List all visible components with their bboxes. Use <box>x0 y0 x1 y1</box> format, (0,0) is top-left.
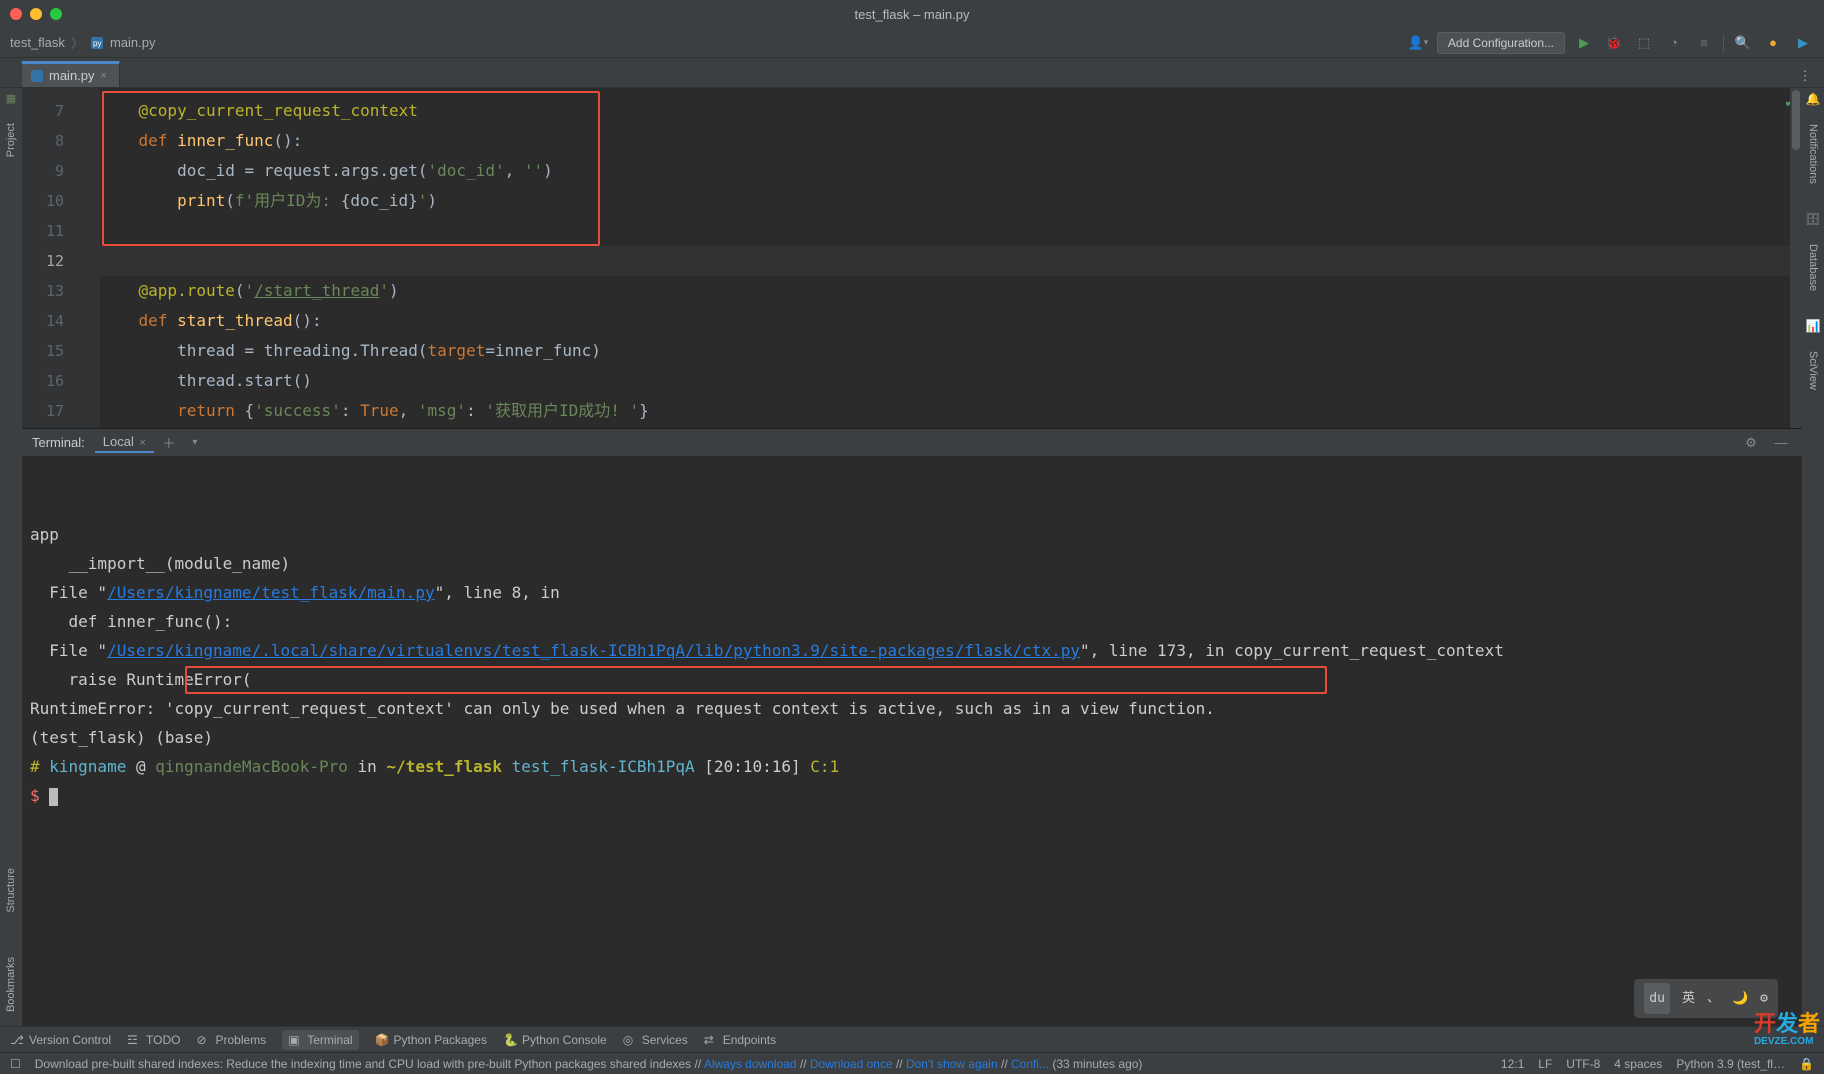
editor-panel: 7891011121314151617 @copy_current_reques… <box>22 88 1802 1026</box>
breadcrumb-file[interactable]: main.py <box>110 35 156 50</box>
breadcrumb-project[interactable]: test_flask <box>10 35 65 50</box>
left-tool-rail: ▦ Project Structure Bookmarks <box>0 88 22 1026</box>
run-icon[interactable]: ▶ <box>1573 32 1595 54</box>
watermark: 开发者 DEVZE.COM <box>1754 1006 1820 1046</box>
more-icon[interactable]: ⋮ <box>1794 65 1816 87</box>
problems-button[interactable]: ⊘Problems <box>197 1033 267 1047</box>
status-link[interactable]: Always download <box>704 1057 797 1071</box>
python-file-icon <box>30 69 44 83</box>
status-link[interactable]: Confi... <box>1011 1057 1049 1071</box>
terminal-header: Terminal: Local × ＋ ▾ ⚙ — <box>22 428 1802 456</box>
ime-item[interactable]: 、 <box>1707 984 1720 1013</box>
toolbar-right: 👤▾ Add Configuration... ▶ 🐞 ⬚ ◔ ■ 🔍 ● ▶ <box>1407 32 1814 54</box>
window-titlebar: test_flask – main.py <box>0 0 1824 28</box>
terminal-dropdown-icon[interactable]: ▾ <box>184 432 206 454</box>
structure-tool-button[interactable]: Structure <box>5 862 17 919</box>
services-button[interactable]: ◎Services <box>623 1033 688 1047</box>
terminal-tabs: Local × ＋ ▾ <box>95 432 206 454</box>
coverage-icon[interactable]: ⬚ <box>1633 32 1655 54</box>
maximize-window-icon[interactable] <box>50 8 62 20</box>
sync-icon[interactable]: ● <box>1762 32 1784 54</box>
project-tool-button[interactable]: Project <box>5 117 17 163</box>
breadcrumb-separator: 〉 <box>71 33 84 52</box>
database-tool-button[interactable]: Database <box>1807 238 1819 297</box>
ime-moon-icon[interactable]: 🌙 <box>1732 984 1748 1013</box>
terminal-label: Terminal: <box>32 435 85 450</box>
endpoints-button[interactable]: ⇄Endpoints <box>704 1033 776 1047</box>
breadcrumb: test_flask 〉 py main.py <box>10 33 155 52</box>
close-window-icon[interactable] <box>10 8 22 20</box>
window-title: test_flask – main.py <box>855 7 970 22</box>
notifications-tool-button[interactable]: Notifications <box>1807 118 1819 190</box>
add-configuration-button[interactable]: Add Configuration... <box>1437 32 1565 54</box>
terminal-tab-local[interactable]: Local × <box>95 432 154 453</box>
search-icon[interactable]: 🔍 <box>1732 32 1754 54</box>
status-indent[interactable]: 4 spaces <box>1614 1057 1662 1071</box>
debug-icon[interactable]: 🐞 <box>1603 32 1625 54</box>
line-gutter: 7891011121314151617 <box>22 88 82 428</box>
status-event-icon[interactable]: ☐ <box>10 1057 21 1071</box>
new-terminal-button[interactable]: ＋ <box>158 432 180 454</box>
profile-icon[interactable]: ◔ <box>1663 32 1685 54</box>
sciview-icon[interactable]: 📊 <box>1806 319 1821 333</box>
status-bar: ☐ Download pre-built shared indexes: Red… <box>0 1052 1824 1074</box>
code-editor[interactable]: 7891011121314151617 @copy_current_reques… <box>22 88 1802 428</box>
terminal-output[interactable]: app __import__(module_name) File "/Users… <box>22 456 1802 1026</box>
status-link[interactable]: Download once <box>810 1057 893 1071</box>
status-caret[interactable]: 12:1 <box>1501 1057 1524 1071</box>
version-control-button[interactable]: ⎇Version Control <box>10 1033 111 1047</box>
status-message: Download pre-built shared indexes: Reduc… <box>35 1057 1487 1071</box>
python-console-button[interactable]: 🐍Python Console <box>503 1033 607 1047</box>
ime-item[interactable]: du <box>1644 983 1670 1014</box>
status-interpreter[interactable]: Python 3.9 (test_fl… <box>1676 1057 1785 1071</box>
status-lock-icon[interactable]: 🔒 <box>1799 1057 1814 1071</box>
todo-button[interactable]: ☲TODO <box>127 1033 180 1047</box>
status-link[interactable]: Don't show again <box>906 1057 998 1071</box>
database-icon[interactable]: 🗄 <box>1805 212 1820 226</box>
close-icon[interactable]: × <box>101 70 113 82</box>
fold-column <box>82 88 100 428</box>
right-tool-rail: 🔔 Notifications 🗄 Database 📊 SciView <box>1802 88 1824 1026</box>
bottom-tool-strip: ⎇Version Control ☲TODO ⊘Problems ▣Termin… <box>0 1026 1824 1052</box>
ime-item[interactable]: 英 <box>1682 984 1695 1013</box>
python-file-icon: py <box>90 36 104 50</box>
close-icon[interactable]: × <box>139 437 145 449</box>
code-content[interactable]: @copy_current_request_context def inner_… <box>100 88 1802 428</box>
hide-terminal-icon[interactable]: — <box>1770 432 1792 454</box>
terminal-button[interactable]: ▣Terminal <box>282 1030 358 1050</box>
tab-label: main.py <box>49 68 95 83</box>
bookmarks-tool-button[interactable]: Bookmarks <box>5 951 17 1018</box>
project-tool-icon[interactable]: ▦ <box>6 92 16 105</box>
svg-text:py: py <box>93 39 101 48</box>
ide-settings-icon[interactable]: ▶ <box>1792 32 1814 54</box>
python-packages-button[interactable]: 📦Python Packages <box>375 1033 487 1047</box>
minimize-window-icon[interactable] <box>30 8 42 20</box>
sciview-tool-button[interactable]: SciView <box>1807 345 1819 396</box>
status-encoding[interactable]: UTF-8 <box>1566 1057 1600 1071</box>
editor-tabs: main.py × ⋮ <box>0 58 1824 88</box>
main-area: ▦ Project Structure Bookmarks 7891011121… <box>0 88 1824 1026</box>
stop-icon[interactable]: ■ <box>1693 32 1715 54</box>
user-icon[interactable]: 👤▾ <box>1407 32 1429 54</box>
main-toolbar: test_flask 〉 py main.py 👤▾ Add Configura… <box>0 28 1824 58</box>
terminal-settings-icon[interactable]: ⚙ <box>1740 432 1762 454</box>
notifications-icon[interactable]: 🔔 <box>1806 92 1821 106</box>
tab-main-py[interactable]: main.py × <box>22 61 120 87</box>
status-line-sep[interactable]: LF <box>1538 1057 1552 1071</box>
traffic-lights <box>10 8 62 20</box>
editor-scrollbar[interactable] <box>1790 88 1802 428</box>
